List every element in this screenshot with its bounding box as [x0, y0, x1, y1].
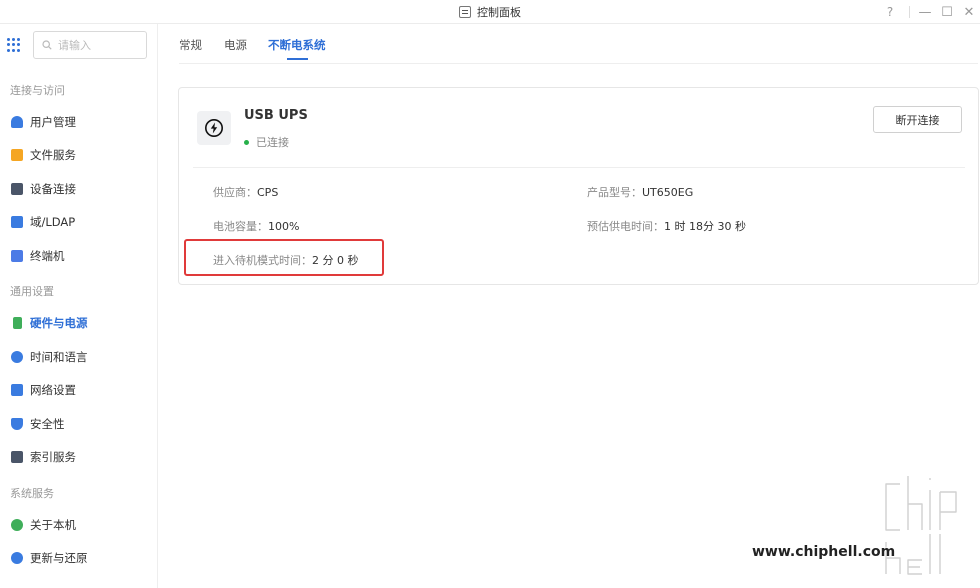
device-icon: [11, 183, 23, 195]
disconnect-button[interactable]: 断开连接: [873, 106, 962, 133]
sidebar-item-label: 更新与还原: [30, 551, 88, 565]
battery-info: 电池容量：100%: [213, 218, 299, 234]
network-icon: [11, 384, 23, 396]
sidebar-item-terminal[interactable]: 终端机: [0, 241, 157, 271]
sidebar-section-connection: 连接与访问: [10, 84, 65, 97]
domain-icon: [11, 216, 23, 228]
maximize-button[interactable]: ☐: [936, 0, 958, 24]
app-grid-icon[interactable]: [7, 38, 21, 52]
sidebar-section-system: 系统服务: [10, 487, 54, 500]
sidebar-item-label: 域/LDAP: [30, 215, 76, 229]
window-controls: ? — ☐ ✕: [879, 0, 980, 24]
vendor-value: CPS: [257, 186, 279, 199]
status-dot-icon: [244, 139, 249, 145]
clock-icon: [11, 351, 23, 363]
active-tab-indicator: [287, 58, 308, 60]
info-icon: [11, 519, 23, 531]
minimize-button[interactable]: —: [914, 0, 936, 24]
update-icon: [11, 552, 23, 564]
search-box[interactable]: [33, 31, 147, 59]
help-icon[interactable]: ?: [879, 0, 901, 24]
model-label: 产品型号：: [587, 186, 642, 199]
watermark-url: www.chiphell.com: [752, 544, 896, 560]
vendor-info: 供应商：CPS: [213, 184, 278, 200]
sidebar-item-label: 安全性: [30, 417, 65, 431]
chiphell-logo: [882, 476, 960, 578]
sidebar-item-label: 终端机: [30, 249, 65, 263]
sidebar-item-label: 时间和语言: [30, 350, 88, 364]
card-divider: [193, 167, 965, 168]
battery-value: 100%: [268, 220, 300, 233]
sidebar: 连接与访问 用户管理 文件服务 设备连接 域/LDAP 终端机 通用设置 硬件与…: [0, 24, 158, 588]
sidebar-item-file-service[interactable]: 文件服务: [0, 140, 157, 170]
ups-device-name: USB UPS: [244, 108, 308, 123]
control-panel-icon: [459, 6, 471, 18]
search-input[interactable]: [58, 38, 134, 52]
ups-device-card: USB UPS 已连接 断开连接 供应商：CPS 产品型号：UT650EG 电池…: [178, 87, 979, 285]
runtime-value: 1 时 18分 30 秒: [664, 220, 746, 233]
ups-connection-status: 已连接: [244, 134, 289, 150]
sidebar-item-label: 关于本机: [30, 518, 76, 532]
sidebar-item-network[interactable]: 网络设置: [0, 375, 157, 405]
ups-device-icon: [197, 111, 231, 145]
chiphell-watermark: www.chiphell.com: [750, 470, 975, 580]
sidebar-item-domain-ldap[interactable]: 域/LDAP: [0, 207, 157, 237]
sidebar-item-label: 硬件与电源: [30, 316, 88, 330]
sidebar-item-hardware-power[interactable]: 硬件与电源: [0, 308, 157, 338]
window-controls-divider: [909, 6, 910, 18]
tab-ups[interactable]: 不断电系统: [268, 37, 326, 53]
window-title-area: 控制面板: [0, 0, 980, 24]
terminal-icon: [11, 250, 23, 262]
sidebar-item-label: 索引服务: [30, 450, 76, 464]
sidebar-item-label: 设备连接: [30, 182, 76, 196]
sidebar-item-index-service[interactable]: 索引服务: [0, 442, 157, 472]
window-titlebar: 控制面板 ? — ☐ ✕: [0, 0, 980, 24]
index-icon: [11, 451, 23, 463]
folder-icon: [11, 149, 23, 161]
runtime-label: 预估供电时间：: [587, 220, 664, 233]
tab-general[interactable]: 常规: [179, 37, 202, 53]
sidebar-item-label: 网络设置: [30, 383, 76, 397]
sidebar-item-update-restore[interactable]: 更新与还原: [0, 543, 157, 573]
vendor-label: 供应商：: [213, 186, 257, 199]
sidebar-section-general: 通用设置: [10, 285, 54, 298]
tab-power[interactable]: 电源: [224, 37, 247, 53]
battery-icon: [13, 317, 22, 329]
model-info: 产品型号：UT650EG: [587, 184, 693, 200]
sidebar-item-label: 用户管理: [30, 115, 76, 129]
model-value: UT650EG: [642, 186, 694, 199]
window-title: 控制面板: [477, 6, 521, 19]
sidebar-item-security[interactable]: 安全性: [0, 409, 157, 439]
power-bolt-icon: [205, 119, 223, 137]
search-icon: [42, 40, 52, 50]
battery-label: 电池容量：: [213, 220, 268, 233]
status-text: 已连接: [256, 136, 289, 149]
sidebar-item-time-language[interactable]: 时间和语言: [0, 342, 157, 372]
sidebar-item-user-management[interactable]: 用户管理: [0, 107, 157, 137]
shield-icon: [11, 418, 23, 430]
user-icon: [11, 116, 23, 128]
sidebar-item-about[interactable]: 关于本机: [0, 510, 157, 540]
close-button[interactable]: ✕: [958, 0, 980, 24]
sidebar-item-label: 文件服务: [30, 148, 76, 162]
runtime-info: 预估供电时间：1 时 18分 30 秒: [587, 218, 746, 234]
sidebar-item-device-connection[interactable]: 设备连接: [0, 174, 157, 204]
highlight-annotation-box: [184, 239, 384, 276]
